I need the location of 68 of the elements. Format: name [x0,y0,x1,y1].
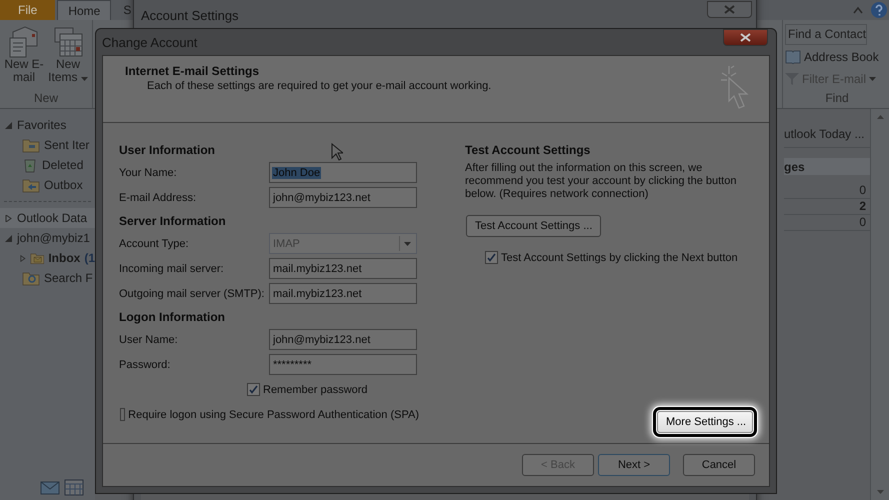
field-label: Account Type: [119,238,190,250]
messages-header: ges [784,158,870,175]
remember-password-checkbox[interactable]: Remember password [119,377,419,402]
input-field[interactable]: mail.mybiz123.net [269,283,417,304]
section-heading: Logon Information [119,308,225,326]
scroll-up-icon[interactable] [876,115,884,119]
expanded-triangle-icon[interactable] [5,234,12,242]
input-field[interactable]: john@mybiz123.net [269,329,417,350]
section-title: Internet E-mail Settings [125,64,260,78]
input-field[interactable]: mail.mybiz123.net [269,258,417,279]
ribbon-button[interactable]: Address Book [785,48,889,66]
envelope-document-icon [9,26,39,58]
trash-can-icon [22,157,38,173]
section-heading: Test Account Settings [465,142,590,158]
nav-section-header[interactable]: john@mybiz1 [0,228,95,248]
checkmark-icon [249,385,258,394]
ribbon-button[interactable]: New E-mail [4,24,44,91]
field-label: E-mail Address: [119,192,198,204]
folder-icon [22,177,40,193]
input-field[interactable]: John Doe [269,162,417,183]
book-icon [785,50,801,64]
folder-item[interactable]: Sent Iter [0,135,95,155]
nav-section-header[interactable]: Outlook Data [0,208,95,228]
collapsed-triangle-icon[interactable] [20,254,26,262]
field-label: Password: [119,358,172,370]
file-tab[interactable]: File [0,0,56,20]
field-label: Outgoing mail server (SMTP): [119,288,266,300]
dialog-button[interactable]: Next > [598,454,670,476]
ribbon-button[interactable]: New Items [48,24,88,91]
test-instructions: After filling out the information on this screen, we recommend you test your account by clicking the button below. (Requires network connection) [465,162,738,201]
dropdown-caret-icon [869,76,876,81]
test-on-next-checkbox[interactable]: Test Account Settings by clicking the Next button [465,245,753,270]
section-heading: Server Information [119,212,226,230]
folder-item[interactable]: Inbox (1 [0,248,95,268]
input-field[interactable]: ********* [269,354,417,375]
dialog-button[interactable]: Cancel [683,454,755,476]
scroll-down-icon[interactable] [876,490,884,494]
calendar-icon[interactable] [64,478,84,496]
ribbon-tab[interactable]: Home [57,0,112,20]
folder-item[interactable]: Search F [0,268,95,288]
folder-icon [22,270,40,286]
mouse-pointer-icon [331,143,343,161]
collapsed-triangle-icon[interactable] [5,214,12,222]
dropdown-caret-icon [404,242,411,246]
group-label: Find [824,91,850,108]
field-label: Incoming mail server: [119,262,225,274]
section-description: Each of these settings are required to get your e-mail account working. [146,80,492,92]
folder-item[interactable]: Deleted [0,155,95,175]
group-label: New [32,91,59,107]
checkmark-icon [487,253,496,262]
input-field[interactable]: john@mybiz123.net [269,187,417,208]
folder-icon [22,137,40,153]
test-account-settings-button[interactable]: Test Account Settings ... [466,215,602,237]
collapse-ribbon-icon[interactable] [853,6,863,14]
nav-section-header[interactable]: Favorites [0,115,95,135]
field-label: User Name: [119,334,179,346]
close-icon [723,5,736,14]
expanded-triangle-icon[interactable] [5,122,12,128]
folder-item[interactable]: Outbox [0,175,95,195]
close-icon [739,33,752,42]
field-label: Your Name: [119,166,178,178]
spa-checkbox[interactable]: Require logon using Secure Password Authentication (SPA) [119,402,419,427]
help-icon[interactable] [871,2,887,18]
calendar-items-icon [53,26,83,58]
close-button[interactable] [723,29,768,46]
section-heading: User Information [119,142,216,158]
window-title: Account Settings [141,8,239,23]
find-contact-field[interactable]: Find a Contact [785,24,867,45]
